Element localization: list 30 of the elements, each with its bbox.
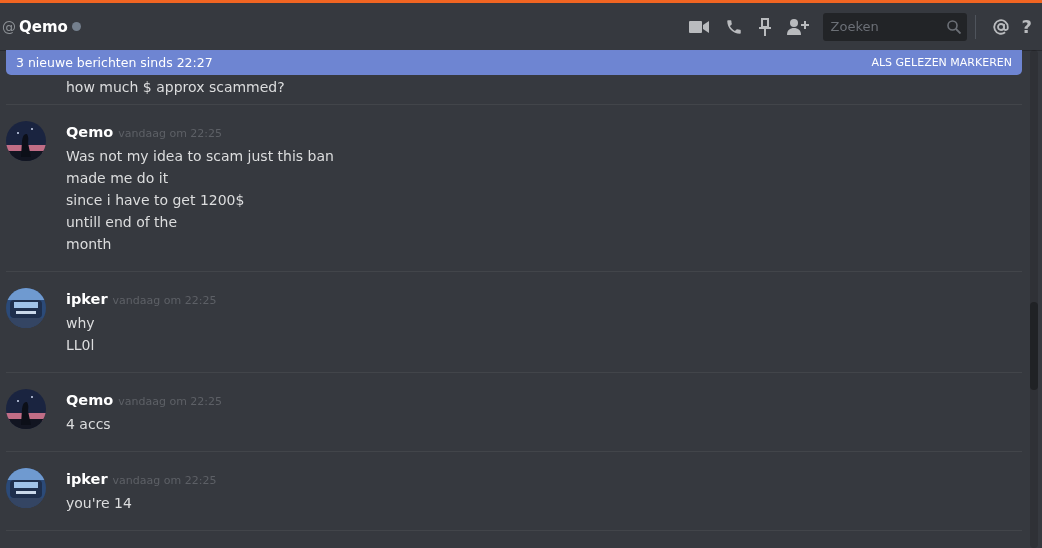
message-text: made me do it [66,169,170,188]
new-messages-banner[interactable]: 3 nieuwe berichten sinds 22:27 ALS GELEZEN MARKEREN [6,50,1022,75]
search-field[interactable]: Zoeken [822,12,967,41]
author-name[interactable]: ipker [66,468,108,490]
video-camera-icon[interactable] [688,19,709,34]
channel-title: Qemo [19,17,68,36]
message-text: how much $ approx scammed? [66,78,285,97]
author-name[interactable]: Qemo [66,389,114,411]
mention-icon[interactable] [991,17,1010,36]
add-person-icon[interactable] [786,17,809,36]
search-icon [946,19,961,34]
phone-icon[interactable] [724,17,743,36]
pin-icon[interactable] [758,17,771,36]
message-text: 4 accs [66,415,112,434]
scrollbar-thumb[interactable] [1030,302,1038,390]
at-sign: @ [2,18,16,35]
help-button[interactable]: ? [1021,16,1032,37]
message-text: untill end of the [66,213,179,232]
author-name[interactable]: ipker [66,288,108,310]
status-dot [71,22,81,31]
message-text: LL0l [66,336,96,355]
message-text: you're 14 [66,494,133,513]
message-text: since i have to get 1200$ [66,191,246,210]
message-text: month [66,235,113,254]
search-input[interactable]: Zoeken [828,18,947,35]
banner-text: 3 nieuwe berichten sinds 22:27 [16,55,213,70]
mark-as-read-button[interactable]: ALS GELEZEN MARKEREN [871,56,1012,69]
message-text: Was not my idea to scam just this ban [66,147,334,166]
message-text: why [66,314,96,333]
author-name[interactable]: Qemo [66,121,114,143]
